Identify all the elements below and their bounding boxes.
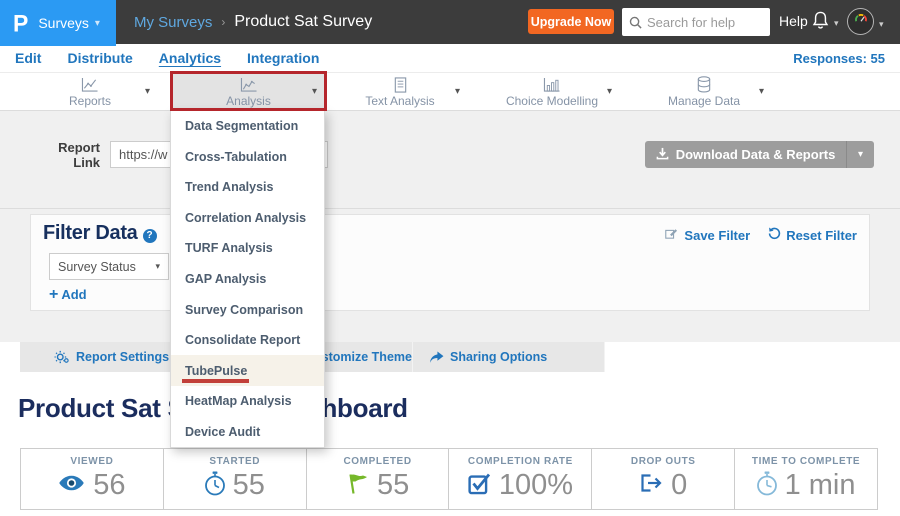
app-root: My Surveys › Product Sat Survey Upgrade … — [0, 0, 900, 516]
divider — [0, 208, 900, 209]
download-icon — [656, 147, 669, 163]
menu-item-heatmap-analysis[interactable]: HeatMap Analysis — [171, 386, 324, 417]
avatar[interactable] — [847, 8, 874, 35]
menu-item-gap-analysis[interactable]: GAP Analysis — [171, 264, 324, 295]
chevron-down-icon[interactable]: ▾ — [879, 19, 884, 30]
filter-data-panel: Filter Data ? Survey Status ▾ + Add Save… — [30, 214, 870, 311]
tab-sharing-options[interactable]: Sharing Options — [413, 342, 605, 372]
stopwatch-icon — [205, 471, 225, 501]
menu-item-turf-analysis[interactable]: TURF Analysis — [171, 233, 324, 264]
chevron-down-icon: ▾ — [155, 261, 160, 272]
database-icon — [696, 77, 712, 93]
menu-item-survey-comparison[interactable]: Survey Comparison — [171, 294, 324, 325]
save-filter-button[interactable]: Save Filter — [665, 227, 750, 243]
stat-card-viewed: VIEWED 56 — [21, 449, 164, 509]
bell-icon — [811, 10, 830, 36]
toolbar-button-reports[interactable]: Reports ▾ — [20, 73, 160, 111]
menu-item-data-segmentation[interactable]: Data Segmentation — [171, 111, 324, 142]
annotation-red-underline — [182, 379, 249, 383]
eye-icon — [58, 474, 85, 497]
chevron-down-icon: ▾ — [834, 18, 839, 29]
chevron-down-icon: ▾ — [145, 86, 150, 97]
filter-data-title: Filter Data — [43, 222, 138, 245]
menu-item-device-audit[interactable]: Device Audit — [171, 416, 324, 447]
checkbox-icon — [468, 472, 491, 500]
toolbar-button-choice-modelling[interactable]: Choice Modelling ▾ — [482, 73, 622, 111]
notifications-control[interactable]: ▾ — [811, 10, 839, 36]
report-link-label: Report Link — [40, 140, 100, 170]
nav-tab-analytics[interactable]: Analytics — [159, 50, 221, 66]
menu-item-cross-tabulation[interactable]: Cross-Tabulation — [171, 142, 324, 173]
help-question-icon[interactable]: ? — [143, 229, 157, 243]
upgrade-now-button[interactable]: Upgrade Now — [528, 9, 614, 34]
timer-icon — [757, 471, 777, 501]
help-search-box[interactable] — [622, 8, 770, 36]
chevron-down-icon: ▾ — [95, 18, 100, 29]
reset-icon — [768, 227, 781, 243]
breadcrumb-my-surveys[interactable]: My Surveys — [134, 14, 212, 31]
breadcrumb-separator: › — [221, 15, 225, 29]
section-nav: Edit Distribute Analytics Integration Respo… — [0, 44, 900, 72]
breadcrumb-current-survey: Product Sat Survey — [234, 13, 372, 31]
gears-icon — [54, 350, 70, 364]
stat-card-completion-rate: COMPLETION RATE 100% — [449, 449, 592, 509]
surveys-app-switcher[interactable]: P Surveys ▾ — [0, 0, 116, 46]
nav-tab-integration[interactable]: Integration — [247, 50, 319, 66]
app-name-label: Surveys — [38, 15, 89, 31]
toolbar-button-text-analysis[interactable]: Text Analysis ▾ — [330, 73, 470, 111]
stat-card-completed: COMPLETED 55 — [307, 449, 450, 509]
plus-icon: + — [49, 288, 58, 302]
analytics-toolbar: Reports ▾ Analysis ▾ Text Analysis ▾ Cho… — [0, 72, 900, 111]
chart-line-icon — [80, 77, 100, 93]
breadcrumb: My Surveys › Product Sat Survey — [134, 0, 372, 44]
stat-card-started: STARTED 55 — [164, 449, 307, 509]
chart-analysis-icon — [239, 77, 259, 93]
nav-tab-distribute[interactable]: Distribute — [67, 50, 132, 66]
top-bar: My Surveys › Product Sat Survey Upgrade … — [0, 0, 900, 44]
download-options-caret[interactable]: ▾ — [846, 141, 874, 168]
stat-card-drop-outs: DROP OUTS 0 — [592, 449, 735, 509]
chevron-down-icon: ▾ — [312, 86, 317, 97]
reset-filter-button[interactable]: Reset Filter — [768, 227, 857, 243]
search-input[interactable] — [647, 15, 761, 30]
help-link[interactable]: Help — [779, 13, 808, 29]
pencil-square-icon — [665, 227, 679, 243]
menu-item-consolidate-report[interactable]: Consolidate Report — [171, 325, 324, 356]
nav-tab-edit[interactable]: Edit — [15, 50, 41, 66]
search-icon — [629, 16, 642, 29]
download-data-reports-button[interactable]: Download Data & Reports ▾ — [645, 141, 874, 168]
chevron-down-icon: ▾ — [455, 86, 460, 97]
dropout-icon — [639, 472, 663, 499]
share-icon — [429, 351, 444, 364]
menu-item-trend-analysis[interactable]: Trend Analysis — [171, 172, 324, 203]
toolbar-button-analysis[interactable]: Analysis ▾ — [170, 73, 327, 111]
menu-item-correlation-analysis[interactable]: Correlation Analysis — [171, 203, 324, 234]
add-filter-button[interactable]: + Add — [49, 287, 87, 302]
responses-count[interactable]: Responses: 55 — [793, 51, 885, 66]
stat-card-time-to-complete: TIME TO COMPLETE 1 min — [735, 449, 877, 509]
flag-icon — [346, 472, 369, 500]
proprofs-logo: P — [13, 9, 28, 37]
menu-item-tubepulse[interactable]: TubePulse — [171, 355, 324, 386]
toolbar-button-manage-data[interactable]: Manage Data ▾ — [634, 73, 774, 111]
stats-summary-row: VIEWED 56 STARTED 55 COMPLETED 55 COMPLE… — [20, 448, 878, 510]
document-icon — [393, 77, 408, 93]
gauge-icon — [852, 10, 870, 33]
survey-status-select[interactable]: Survey Status ▾ — [49, 253, 169, 280]
chevron-down-icon: ▾ — [759, 86, 764, 97]
chart-bars-icon — [542, 77, 562, 93]
analysis-dropdown-menu: Data SegmentationCross-TabulationTrend A… — [170, 110, 325, 448]
chevron-down-icon: ▾ — [607, 86, 612, 97]
